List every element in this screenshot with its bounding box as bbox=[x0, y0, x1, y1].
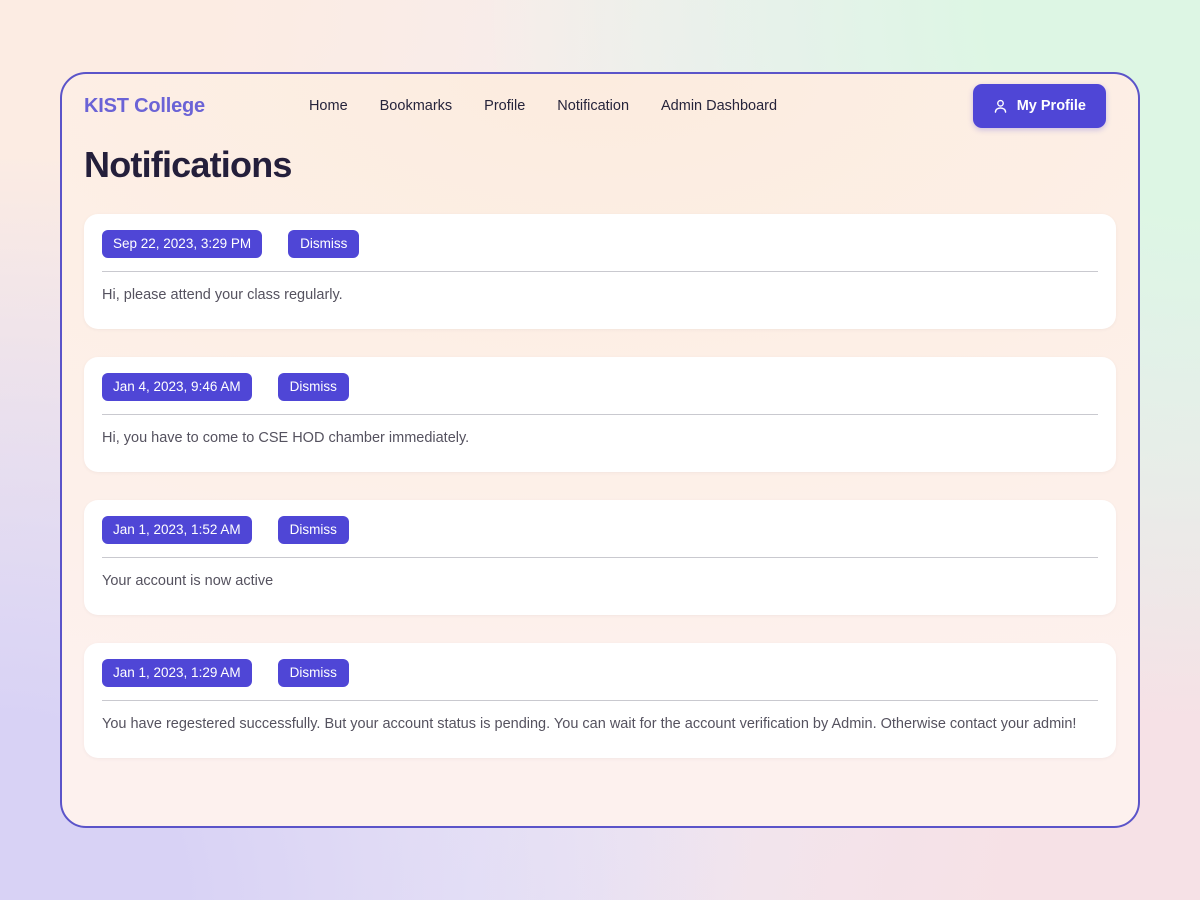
notification-message: Your account is now active bbox=[102, 572, 274, 589]
nav-link-home[interactable]: Home bbox=[309, 98, 348, 114]
notification-timestamp-badge: Jan 1, 2023, 1:52 AM bbox=[102, 516, 252, 544]
notification-card-header: Jan 1, 2023, 1:52 AM Dismiss bbox=[102, 516, 1098, 558]
nav-link-bookmarks[interactable]: Bookmarks bbox=[380, 98, 453, 114]
my-profile-button-label: My Profile bbox=[1016, 98, 1086, 114]
notification-timestamp-badge: Sep 22, 2023, 3:29 PM bbox=[102, 230, 263, 258]
notification-card-header: Jan 1, 2023, 1:29 AM Dismiss bbox=[102, 659, 1098, 701]
notification-timestamp-badge: Jan 4, 2023, 9:46 AM bbox=[102, 373, 252, 401]
nav-link-profile[interactable]: Profile bbox=[484, 98, 525, 114]
notification-card: Jan 4, 2023, 9:46 AM Dismiss Hi, you hav… bbox=[84, 357, 1116, 473]
app-panel: KIST College Home Bookmarks Profile Noti… bbox=[60, 72, 1140, 828]
notification-message: Hi, please attend your class regularly. bbox=[102, 286, 343, 303]
my-profile-button[interactable]: My Profile bbox=[972, 84, 1106, 128]
notification-timestamp-badge: Jan 1, 2023, 1:29 AM bbox=[102, 659, 252, 687]
notification-card: Jan 1, 2023, 1:29 AM Dismiss You have re… bbox=[84, 643, 1116, 759]
brand-logo[interactable]: KIST College bbox=[84, 95, 205, 118]
primary-navigation: Home Bookmarks Profile Notification Admi… bbox=[309, 98, 777, 114]
dismiss-button[interactable]: Dismiss bbox=[277, 516, 349, 544]
dismiss-button[interactable]: Dismiss bbox=[277, 373, 349, 401]
dismiss-button[interactable]: Dismiss bbox=[277, 659, 349, 687]
page-title: Notifications bbox=[84, 144, 292, 185]
notification-message: Hi, you have to come to CSE HOD chamber … bbox=[102, 429, 470, 446]
notification-card: Sep 22, 2023, 3:29 PM Dismiss Hi, please… bbox=[84, 214, 1116, 330]
dismiss-button[interactable]: Dismiss bbox=[288, 230, 360, 258]
notification-list: Sep 22, 2023, 3:29 PM Dismiss Hi, please… bbox=[62, 214, 1138, 759]
nav-link-admin-dashboard[interactable]: Admin Dashboard bbox=[661, 98, 777, 114]
navbar: KIST College Home Bookmarks Profile Noti… bbox=[62, 74, 1138, 138]
nav-link-notification[interactable]: Notification bbox=[557, 98, 629, 114]
notification-card: Jan 1, 2023, 1:52 AM Dismiss Your accoun… bbox=[84, 500, 1116, 616]
person-icon bbox=[993, 99, 1008, 114]
notification-card-header: Jan 4, 2023, 9:46 AM Dismiss bbox=[102, 373, 1098, 415]
notification-message: You have regestered successfully. But yo… bbox=[102, 715, 1077, 732]
notification-card-header: Sep 22, 2023, 3:29 PM Dismiss bbox=[102, 230, 1098, 272]
